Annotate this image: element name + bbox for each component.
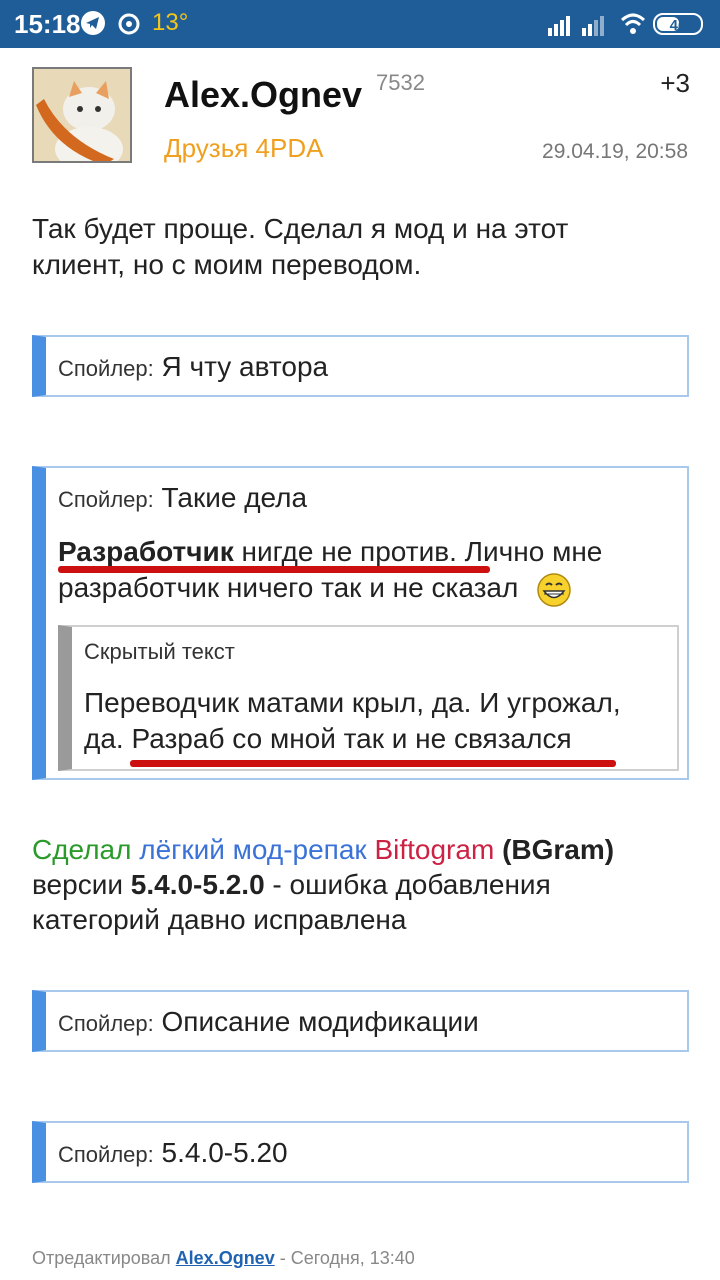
spoiler-label: Спойлер: <box>58 1011 154 1036</box>
spoiler-label: Спойлер: <box>58 1142 154 1167</box>
spoiler-label: Спойлер: <box>58 356 154 381</box>
mod-version-prefix: версии <box>32 869 131 900</box>
status-time: 15:18 <box>14 9 81 39</box>
hidden-text-label: Скрытый текст <box>84 639 235 664</box>
edit-user-link[interactable]: Alex.Ognev <box>176 1248 275 1268</box>
status-right-icons: 46 <box>548 13 703 36</box>
spoiler-4-header[interactable]: Спойлер: 5.4.0-5.20 <box>46 1123 687 1169</box>
post-date: 29.04.19, 20:58 <box>542 140 688 163</box>
red-underline <box>58 566 490 573</box>
mod-word-made: Сделал <box>32 834 132 865</box>
telegram-icon <box>81 11 105 35</box>
author-group: Друзья 4PDA <box>164 133 324 163</box>
red-underline <box>130 760 616 767</box>
spoiler-2-line-2: разработчик ничего так и не сказал <box>58 570 687 608</box>
grin-emoji-icon <box>537 572 571 607</box>
intro-line-2: клиент, но с моим переводом. <box>32 249 422 280</box>
spoiler-1-header[interactable]: Спойлер: Я чту автора <box>46 337 687 383</box>
hidden-text-body: Переводчик матами крыл, да. И угрожал, д… <box>72 665 677 757</box>
spoiler-3-header[interactable]: Спойлер: Описание модификации <box>46 992 687 1038</box>
author-reputation: 7532 <box>376 70 425 95</box>
signal-icon <box>548 16 570 36</box>
mod-version: 5.4.0-5.2.0 <box>130 869 265 900</box>
spoiler-4[interactable]: Спойлер: 5.4.0-5.20 <box>32 1121 689 1183</box>
signal-icon <box>582 16 604 36</box>
post-intro: Так будет проще. Сделал я мод и на этот … <box>32 211 568 283</box>
spoiler-2-line-1-rest: нигде не против. Лично мне <box>233 536 603 567</box>
spoiler-3[interactable]: Спойлер: Описание модификации <box>32 990 689 1052</box>
hidden-text-block: Скрытый текст Переводчик матами крыл, да… <box>58 625 679 771</box>
spoiler-1-title: Я чту автора <box>161 351 329 382</box>
spoiler-1[interactable]: Спойлер: Я чту автора <box>32 335 689 397</box>
mod-line-2: версии 5.4.0-5.2.0 - ошибка добавления <box>32 867 614 902</box>
spoiler-label: Спойлер: <box>58 487 154 512</box>
mod-paragraph: Сделал лёгкий мод-репак Biftogram (BGram… <box>32 832 614 937</box>
mod-line-1: Сделал лёгкий мод-репак Biftogram (BGram… <box>32 832 614 867</box>
weather-icon <box>118 13 140 35</box>
hidden-line-1: Переводчик матами крыл, да. И угрожал, <box>84 687 621 718</box>
spoiler-2-bold-word: Разработчик <box>58 536 234 567</box>
author-name[interactable]: Alex.Ognev <box>164 74 362 116</box>
battery-icon: 46 <box>653 13 703 35</box>
spoiler-2-header[interactable]: Спойлер: Такие дела <box>46 468 687 514</box>
spoiler-4-title: 5.4.0-5.20 <box>161 1137 288 1168</box>
edit-info: Отредактировал Alex.Ognev - Сегодня, 13:… <box>32 1248 415 1269</box>
hidden-line-2: да. Разраб со мной так и не связался <box>84 723 572 754</box>
spoiler-3-title: Описание модификации <box>161 1006 479 1037</box>
mod-word-repack: лёгкий мод-репак <box>139 834 367 865</box>
wifi-icon <box>620 13 646 34</box>
mod-version-suffix: - ошибка добавления <box>264 869 551 900</box>
spoiler-2-line-1: Разработчик нигде не против. Лично мне <box>58 534 687 570</box>
spoiler-2-line-2-text: разработчик ничего так и не сказал <box>58 572 519 603</box>
mod-line-3: категорий давно исправлена <box>32 904 407 935</box>
intro-line-1: Так будет проще. Сделал я мод и на этот <box>32 213 569 244</box>
spoiler-2-title: Такие дела <box>161 482 308 513</box>
avatar[interactable] <box>32 67 132 163</box>
post-karma[interactable]: +3 <box>660 68 690 99</box>
mod-app-name: Biftogram <box>374 834 495 865</box>
edit-suffix: - Сегодня, 13:40 <box>279 1248 415 1268</box>
status-bar: 15:18 13° 46 <box>0 0 720 48</box>
status-temperature: 13° <box>152 9 189 36</box>
mod-app-short: (BGram) <box>502 834 615 865</box>
svg-text:46: 46 <box>670 17 687 34</box>
edit-prefix: Отредактировал <box>32 1248 171 1268</box>
